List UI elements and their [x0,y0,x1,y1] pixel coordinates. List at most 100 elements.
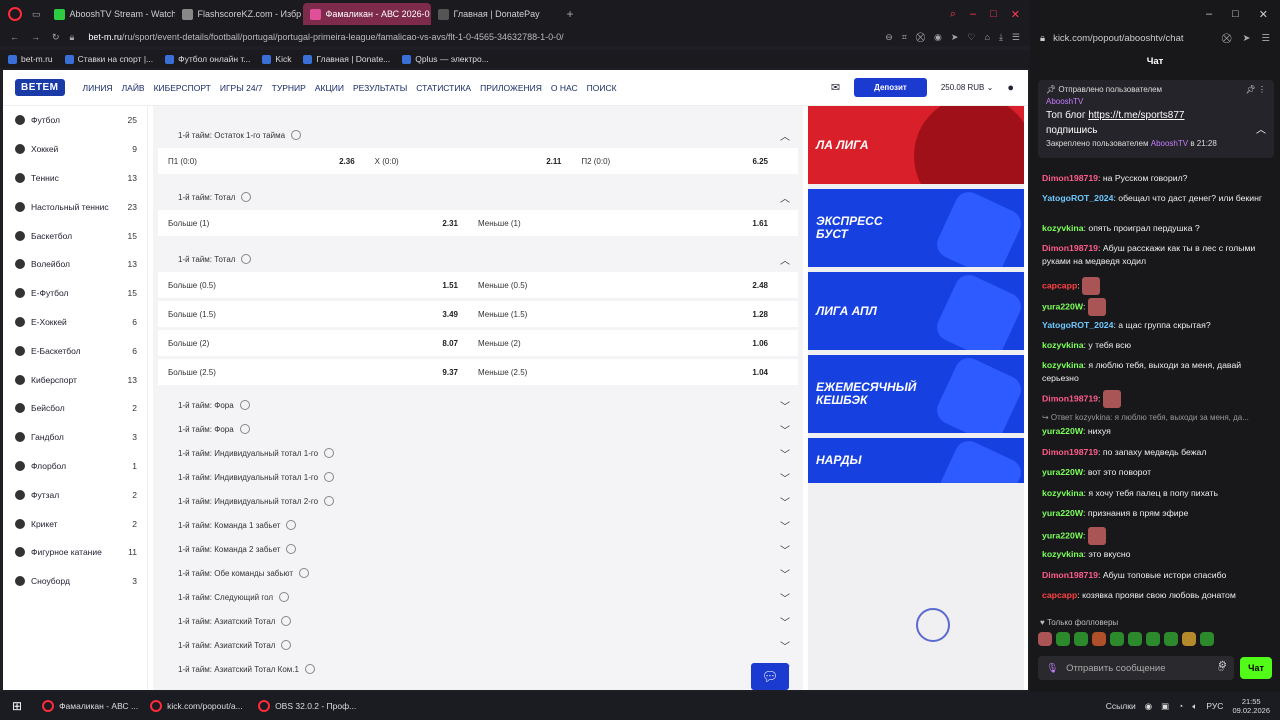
odds-cell[interactable]: Больше (2) 8.07 [168,339,478,348]
odds-cell[interactable]: Меньше (2.5) 1.04 [478,368,788,377]
chat-username[interactable]: capcapp [1042,590,1077,600]
bookmark-item[interactable]: Главная | Donate... [303,54,390,64]
emote-icon[interactable] [1110,632,1124,646]
chat-username[interactable]: YatogoROT_2024 [1042,320,1113,330]
taskbar-item[interactable]: OBS 32.0.2 - Проф... [250,692,358,720]
market-header[interactable]: 1-й тайм: Команда 2 забьет ﹀ [158,538,798,560]
sidebar-sport-item[interactable]: Крикет 2 [3,509,147,538]
promo-banner[interactable]: ЛИГА АПЛ [808,272,1024,350]
info-icon[interactable] [286,544,297,554]
chevron-down-icon[interactable]: ﹀ [780,398,790,413]
reload-icon[interactable]: ↻ [52,32,60,43]
sidebar-sport-item[interactable]: Настольный теннис 23 [3,192,147,221]
chat-username[interactable]: kozyvkina [1042,488,1084,498]
market-header[interactable]: 1-й тайм: Остаток 1-го тайма ︿ [158,124,798,146]
market-header[interactable]: 1-й тайм: Тотал ︿ [158,186,798,208]
sidebar-sport-item[interactable]: Футбол 25 [3,106,147,135]
info-icon[interactable] [324,496,335,506]
chat-username[interactable]: Dimon198719 [1042,447,1098,457]
url-field[interactable]: bet-m.ru/ru/sport/event-details/football… [88,32,563,42]
odds-cell[interactable]: П2 (0:0) 6.25 [581,157,788,166]
vpn-icon[interactable]: ◉ [934,32,942,43]
chat-username[interactable]: yura220W [1042,301,1083,311]
language-indicator[interactable]: РУС [1206,701,1223,711]
taskbar-item[interactable]: kick.com/popout/a... [142,692,250,720]
deposit-button[interactable]: Депозит [854,78,927,97]
opera-logo-icon[interactable] [8,7,22,21]
chat-username[interactable]: YatogoROT_2024 [1042,193,1113,203]
new-tab-button[interactable]: + [567,7,574,21]
browser-tab[interactable]: AbooshTV Stream - Watch [47,3,175,25]
user-icon[interactable]: ● [1007,82,1014,94]
menu-item[interactable]: О НАС [551,83,578,93]
menu-item[interactable]: РЕЗУЛЬТАТЫ [353,83,407,93]
close-icon[interactable]: ✕ [1011,8,1020,21]
send-chat-button[interactable]: Чат [1240,657,1272,679]
chevron-down-icon[interactable]: ﹀ [780,566,790,581]
menu-item[interactable]: ТУРНИР [272,83,306,93]
chat-username[interactable]: Dimon198719 [1042,173,1098,183]
sidebar-sport-item[interactable]: E-Баскетбол 6 [3,336,147,365]
market-header[interactable]: 1-й тайм: Азиатский Тотал Ком.1﹀ [158,658,798,680]
chat-username[interactable]: kozyvkina [1042,340,1084,350]
gear-icon[interactable]: ⚙ [1218,660,1227,671]
market-header[interactable]: 1-й тайм: Команда 1 забьет ﹀ [158,514,798,536]
sidebar-sport-item[interactable]: Теннис 13 [3,164,147,193]
easy-setup-icon[interactable]: ☰ [1012,32,1020,43]
info-icon[interactable] [304,664,315,674]
odds-cell[interactable]: П1 (0:0) 2.36 [168,157,375,166]
promo-banner[interactable]: НАРДЫ [808,438,1024,483]
emote-icon[interactable] [1164,632,1178,646]
maximize-icon[interactable]: □ [1232,8,1239,20]
chat-username[interactable]: kozyvkina [1042,223,1084,233]
forward-icon[interactable]: → [31,32,40,43]
snapshot-icon[interactable]: ⌗ [902,32,907,43]
chat-username[interactable]: Dimon198719 [1042,243,1098,253]
emote-icon[interactable] [1200,632,1214,646]
windows-start-icon[interactable]: ⊞ [0,699,34,713]
mic-icon[interactable]: 🎙︎ [1046,663,1058,674]
chat-username[interactable]: Dimon198719 [1042,393,1098,403]
odds-cell[interactable]: Больше (1.5) 3.49 [168,310,478,319]
chevron-down-icon[interactable]: ﹀ [780,422,790,437]
promo-banner[interactable]: ЕЖЕМЕСЯЧНЫЙ КЕШБЭК [808,355,1024,433]
bookmark-item[interactable]: Qplus — электро... [402,54,489,64]
chat-url[interactable]: kick.com/popout/abooshtv/chat [1053,33,1183,44]
menu-item[interactable]: ЛИНИЯ [83,83,113,93]
promo-banner[interactable]: ЭКСПРЕСС БУСТ [808,189,1024,267]
odds-cell[interactable]: Больше (1) 2.31 [168,219,478,228]
sidebar-sport-item[interactable]: Киберспорт 13 [3,365,147,394]
chevron-down-icon[interactable]: ﹀ [780,518,790,533]
sidebar-sport-item[interactable]: E-Хоккей 6 [3,308,147,337]
wallet-icon[interactable]: ⌂ [985,32,990,43]
bookmark-item[interactable]: Ставки на спорт |... [64,54,153,64]
menu-item[interactable]: ИГРЫ 24/7 [220,83,263,93]
support-chat-button[interactable]: 💬︎ [751,663,789,690]
emote-icon[interactable] [1092,632,1106,646]
browser-tab[interactable]: Главная | DonatePay [431,3,559,25]
minimize-icon[interactable]: – [970,8,976,21]
odds-cell[interactable]: X (0:0) 2.11 [375,157,582,166]
info-icon[interactable] [241,192,252,202]
market-header[interactable]: 1-й тайм: Фора ﹀ [158,418,798,440]
pinned-link[interactable]: https://t.me/sports877 [1088,110,1184,121]
clock[interactable]: 21:55 09.02.2026 [1232,697,1270,716]
info-icon[interactable] [299,568,310,578]
browser-tab[interactable]: Фамаликан - АВС 2026-0 [302,3,431,25]
chevron-up-icon[interactable]: ︿ [780,128,790,143]
volume-icon[interactable]: 🔈︎ [1192,701,1197,712]
adblock-icon[interactable]: ⛒ [1222,33,1232,44]
send-icon[interactable]: ➤ [951,32,959,43]
info-icon[interactable] [239,424,250,434]
chat-username[interactable]: yura220W [1042,508,1083,518]
tray-icon[interactable]: ◉ [1145,701,1152,712]
emote-icon[interactable] [1038,632,1052,646]
chat-username[interactable]: yura220W [1042,530,1083,540]
chevron-down-icon[interactable]: ﹀ [780,470,790,485]
emote-icon[interactable] [1182,632,1196,646]
sidebar-sport-item[interactable]: E-Футбол 15 [3,279,147,308]
promo-banner[interactable]: ЛА ЛИГА [808,106,1024,184]
tray-icon[interactable]: ▣ [1161,701,1169,712]
menu-icon[interactable]: ☰ [1261,33,1270,44]
sidebar-sport-item[interactable]: Волейбол 13 [3,250,147,279]
